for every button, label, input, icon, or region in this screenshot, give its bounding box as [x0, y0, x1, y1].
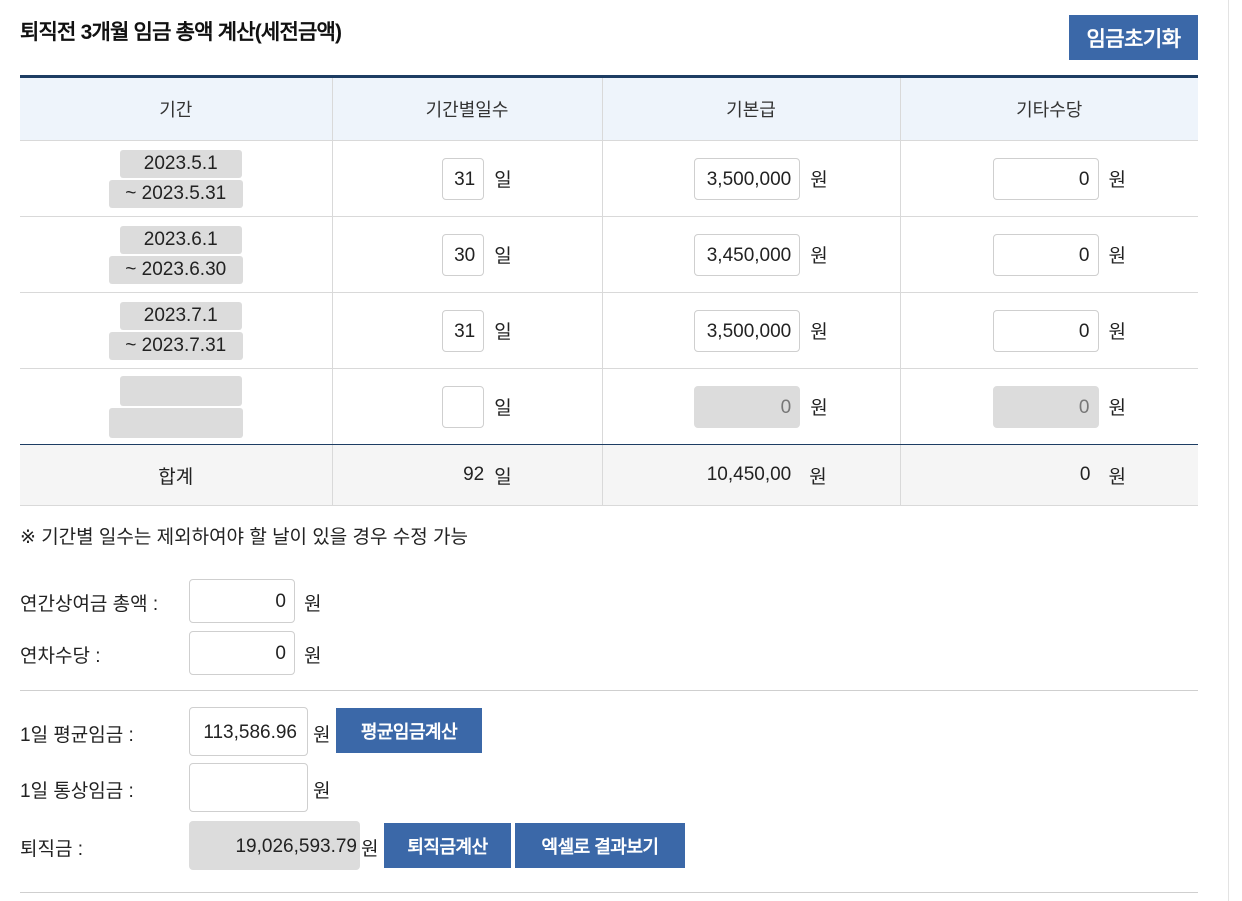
- period-start: 2023.7.1: [119, 301, 242, 330]
- period-cell: 2023.5.1 ~ 2023.5.31: [20, 149, 332, 208]
- annual-allowance-input[interactable]: 0: [189, 631, 295, 675]
- period-start: 2023.6.1: [119, 225, 242, 254]
- days-input[interactable]: [442, 385, 485, 428]
- table-row: 2023.7.1 ~ 2023.7.31 31 일 3,500,000 원 0 …: [20, 292, 1198, 369]
- header-base-pay: 기본급: [602, 76, 901, 141]
- ordinary-wage-input[interactable]: [189, 763, 308, 812]
- page-title: 퇴직전 3개월 임금 총액 계산(세전금액): [20, 21, 342, 44]
- day-unit: 일: [494, 170, 512, 191]
- base-pay-input[interactable]: 3,500,000: [694, 157, 801, 200]
- sum-other-allowance: 0: [1079, 464, 1091, 485]
- won-unit: 원: [1108, 398, 1126, 419]
- period-cell: [20, 375, 332, 438]
- day-unit: 일: [494, 398, 512, 419]
- won-unit: 원: [361, 839, 379, 860]
- sum-label: 합계: [20, 444, 333, 506]
- avg-wage-label: 1일 평균임금 :: [20, 725, 134, 746]
- base-pay-readonly: 0: [694, 385, 801, 428]
- period-start: 2023.5.1: [119, 149, 242, 178]
- won-unit: 원: [810, 322, 828, 343]
- severance-pay-value: 19,026,593.79: [189, 821, 360, 870]
- days-input[interactable]: 31: [442, 309, 485, 352]
- avg-wage-input[interactable]: 113,586.96: [189, 707, 308, 756]
- bonus-input[interactable]: 0: [189, 579, 295, 623]
- won-unit: 원: [304, 646, 322, 667]
- won-unit: 원: [313, 725, 331, 746]
- table-header-row: 기간 기간별일수 기본급 기타수당: [20, 76, 1198, 141]
- period-start: [119, 375, 242, 406]
- days-input[interactable]: 30: [442, 233, 485, 276]
- period-end: ~ 2023.6.30: [108, 255, 243, 284]
- base-pay-input[interactable]: 3,500,000: [694, 309, 801, 352]
- day-unit: 일: [494, 466, 512, 488]
- other-allowance-input[interactable]: 0: [992, 157, 1099, 200]
- header-period: 기간: [20, 76, 333, 141]
- sum-row: 합계 92 일 10,450,00 원 0 원: [20, 444, 1198, 506]
- header-other-allowance: 기타수당: [900, 76, 1198, 141]
- divider: [20, 690, 1198, 691]
- period-cell: 2023.7.1 ~ 2023.7.31: [20, 301, 332, 360]
- severance-label: 퇴직금 :: [20, 839, 83, 860]
- sum-days: 92: [463, 464, 485, 485]
- won-unit: 원: [810, 170, 828, 191]
- won-unit: 원: [1108, 170, 1126, 191]
- won-unit: 원: [810, 398, 828, 419]
- other-allowance-input[interactable]: 0: [992, 233, 1099, 276]
- won-unit: 원: [810, 246, 828, 267]
- wage-table: 기간 기간별일수 기본급 기타수당 2023.5.1 ~ 2023.5.31 3…: [20, 75, 1198, 506]
- day-unit: 일: [494, 246, 512, 267]
- won-unit: 원: [1108, 466, 1126, 488]
- won-unit: 원: [304, 594, 322, 615]
- header-days: 기간별일수: [332, 76, 603, 141]
- ordinary-wage-label: 1일 통상임금 :: [20, 781, 134, 802]
- base-pay-input[interactable]: 3,450,000: [694, 233, 801, 276]
- note-text: ※ 기간별 일수는 제외하여야 할 날이 있을 경우 수정 가능: [20, 527, 468, 548]
- other-allowance-input[interactable]: 0: [992, 309, 1099, 352]
- bonus-label: 연간상여금 총액 :: [20, 594, 159, 615]
- divider: [20, 892, 1198, 893]
- period-end: ~ 2023.7.31: [108, 331, 243, 360]
- other-allowance-readonly: 0: [992, 385, 1099, 428]
- won-unit: 원: [1108, 246, 1126, 267]
- avg-wage-calc-button[interactable]: 평균임금계산: [336, 708, 482, 753]
- scrollbar[interactable]: [1228, 0, 1242, 901]
- period-cell: 2023.6.1 ~ 2023.6.30: [20, 225, 332, 284]
- period-end: ~ 2023.5.31: [108, 179, 243, 208]
- won-unit: 원: [313, 781, 331, 802]
- day-unit: 일: [494, 322, 512, 343]
- annual-allowance-label: 연차수당 :: [20, 646, 101, 667]
- won-unit: 원: [809, 466, 827, 488]
- period-end: [108, 407, 243, 438]
- won-unit: 원: [1108, 322, 1126, 343]
- sum-base-pay: 10,450,00: [706, 464, 792, 485]
- days-input[interactable]: 31: [442, 157, 485, 200]
- excel-result-button[interactable]: 엑셀로 결과보기: [515, 823, 685, 868]
- severance-calc-button[interactable]: 퇴직금계산: [384, 823, 511, 868]
- table-row: 2023.6.1 ~ 2023.6.30 30 일 3,450,000 원 0 …: [20, 216, 1198, 293]
- table-row: 2023.5.1 ~ 2023.5.31 31 일 3,500,000 원 0 …: [20, 140, 1198, 217]
- reset-wage-button[interactable]: 임금초기화: [1069, 15, 1198, 60]
- table-row: 일 0 원 0 원: [20, 368, 1198, 445]
